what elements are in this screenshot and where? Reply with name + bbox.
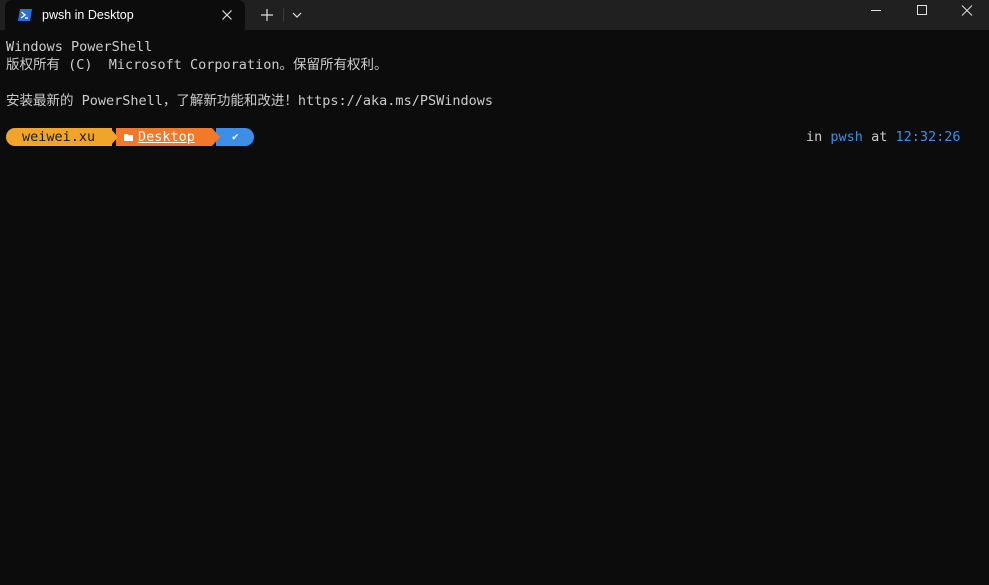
folder-icon xyxy=(124,134,133,141)
close-window-button[interactable] xyxy=(943,0,989,30)
output-line: 安装最新的 PowerShell，了解新功能和改进！https://aka.ms… xyxy=(6,93,493,109)
segment-separator xyxy=(212,128,220,146)
prompt-status-segment: ✔ xyxy=(216,128,254,146)
close-tab-icon[interactable] xyxy=(219,7,235,23)
prompt-shell: pwsh xyxy=(830,129,863,145)
terminal-output[interactable]: Windows PowerShell 版权所有 (C) Microsoft Co… xyxy=(0,30,989,585)
prompt-at-label: at xyxy=(871,129,888,145)
prompt-path: Desktop xyxy=(138,129,195,145)
prompt-user: weiwei.xu xyxy=(22,129,96,145)
tab-title: pwsh in Desktop xyxy=(42,8,134,22)
prompt-in-label: in xyxy=(806,129,823,145)
output-line: 版权所有 (C) Microsoft Corporation。保留所有权利。 xyxy=(6,57,388,73)
output-line: Windows PowerShell xyxy=(6,39,153,55)
prompt-path-segment: Desktop xyxy=(116,128,212,146)
powershell-icon xyxy=(17,7,33,23)
new-tab-button[interactable] xyxy=(257,6,277,24)
maximize-button[interactable] xyxy=(898,0,944,30)
prompt-time: 12:32:26 xyxy=(895,129,961,145)
right-prompt: in pwsh at 12:32:26 xyxy=(806,128,961,146)
divider xyxy=(283,8,284,22)
prompt-user-segment: weiwei.xu xyxy=(6,128,112,146)
terminal-window: pwsh in Desktop Windows PowerShell 版权所有 … xyxy=(0,0,989,585)
segment-separator xyxy=(110,128,118,146)
tab-pwsh[interactable]: pwsh in Desktop xyxy=(5,0,245,30)
chevron-down-icon[interactable] xyxy=(288,6,306,24)
minimize-button[interactable] xyxy=(852,0,898,30)
title-bar: pwsh in Desktop xyxy=(0,0,989,30)
check-icon: ✔ xyxy=(232,130,239,143)
